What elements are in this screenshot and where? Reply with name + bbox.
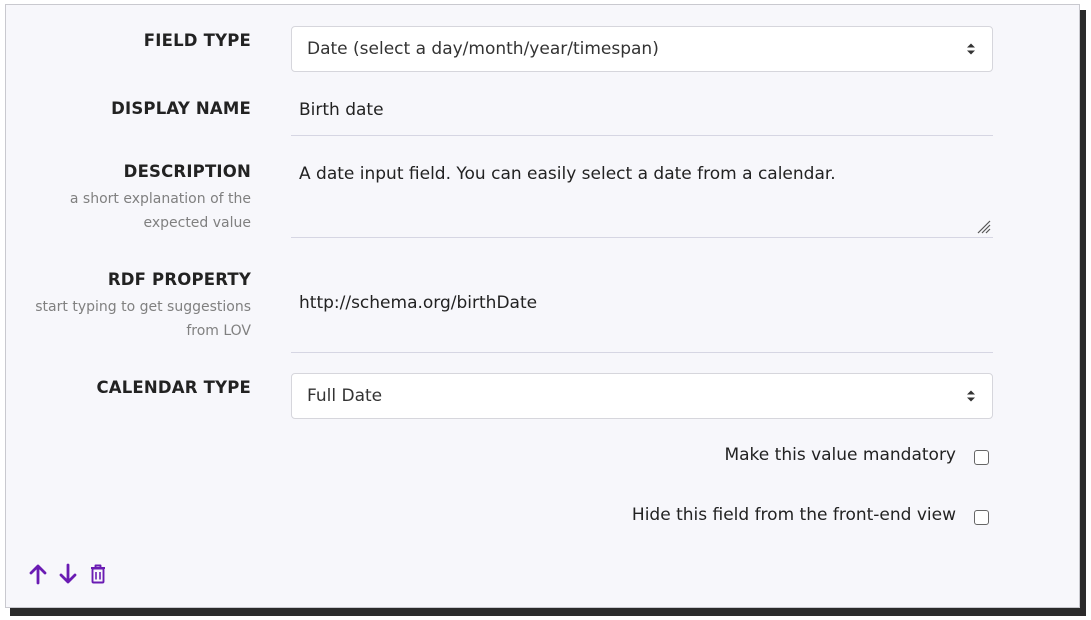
select-caret-icon bbox=[967, 390, 975, 402]
display-name-label: DISPLAY NAME bbox=[111, 99, 251, 118]
field-type-select[interactable]: Date (select a day/month/year/timespan) bbox=[291, 26, 993, 72]
arrow-down-icon[interactable] bbox=[58, 563, 78, 585]
description-textarea[interactable]: A date input field. You can easily selec… bbox=[291, 151, 993, 238]
calendar-type-value: Full Date bbox=[307, 386, 383, 406]
hide-front-end-checkbox[interactable] bbox=[974, 509, 989, 525]
description-value: A date input field. You can easily selec… bbox=[299, 164, 836, 184]
calendar-type-select[interactable]: Full Date bbox=[291, 373, 993, 419]
description-hint: a short explanation of the expected valu… bbox=[69, 191, 251, 231]
display-name-input[interactable]: Birth date bbox=[291, 87, 993, 136]
arrow-up-icon[interactable] bbox=[28, 563, 48, 585]
field-editor-card: FIELD TYPE Date (select a day/month/year… bbox=[5, 4, 1080, 608]
field-type-label: FIELD TYPE bbox=[143, 31, 251, 50]
display-name-value: Birth date bbox=[299, 100, 384, 120]
rdf-property-input[interactable]: http://schema.org/birthDate bbox=[291, 255, 993, 353]
hide-front-end-label: Hide this field from the front-end view bbox=[631, 505, 956, 525]
resize-handle-icon[interactable] bbox=[975, 218, 991, 234]
mandatory-checkbox[interactable] bbox=[974, 449, 989, 465]
mandatory-option[interactable]: Make this value mandatory bbox=[724, 445, 989, 465]
trash-icon[interactable] bbox=[88, 563, 108, 585]
mandatory-label: Make this value mandatory bbox=[724, 445, 956, 465]
calendar-type-label: CALENDAR TYPE bbox=[96, 378, 251, 397]
hide-front-end-option[interactable]: Hide this field from the front-end view bbox=[632, 505, 989, 525]
field-type-value: Date (select a day/month/year/timespan) bbox=[307, 39, 659, 59]
description-label: DESCRIPTION bbox=[123, 162, 251, 181]
rdf-property-value: http://schema.org/birthDate bbox=[299, 293, 538, 313]
select-caret-icon bbox=[967, 43, 975, 55]
field-actions bbox=[28, 563, 108, 585]
rdf-property-hint: start typing to get suggestions from LOV bbox=[35, 299, 251, 339]
rdf-property-label: RDF PROPERTY bbox=[107, 270, 251, 289]
